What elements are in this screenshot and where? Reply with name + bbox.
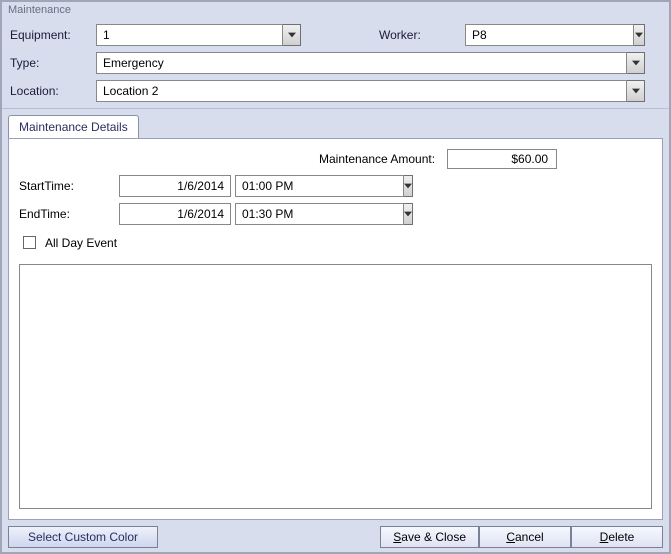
end-time-input[interactable] (235, 203, 404, 225)
chevron-down-icon (635, 32, 643, 38)
window-title: Maintenance (2, 2, 669, 20)
starttime-label: StartTime: (19, 179, 115, 193)
chevron-down-icon (632, 60, 640, 66)
type-input[interactable] (96, 52, 627, 74)
equipment-input[interactable] (96, 24, 283, 46)
start-time-select[interactable] (235, 175, 323, 197)
location-dropdown-button[interactable] (627, 80, 645, 102)
equipment-label: Equipment: (8, 28, 88, 42)
allday-checkbox[interactable] (23, 236, 36, 249)
header-fields: Equipment: Worker: Type: Location: (2, 20, 669, 108)
maintenance-window: Maintenance Equipment: Worker: Type: Loc… (0, 0, 671, 554)
allday-checkbox-wrap[interactable]: All Day Event (19, 233, 117, 252)
start-date-input[interactable] (119, 175, 231, 197)
tab-row: Maintenance Details (2, 108, 669, 138)
tab-maintenance-details[interactable]: Maintenance Details (8, 115, 139, 138)
type-label: Type: (8, 56, 88, 70)
amount-input[interactable] (447, 149, 557, 169)
worker-label: Worker: (377, 28, 457, 42)
notes-textarea[interactable] (19, 264, 652, 509)
chevron-down-icon (288, 32, 296, 38)
cancel-button[interactable]: Cancel (479, 526, 571, 548)
chevron-down-icon (404, 211, 412, 217)
endtime-label: EndTime: (19, 207, 115, 221)
footer-buttons: Select Custom Color Save & Close Cancel … (2, 526, 669, 552)
worker-input[interactable] (465, 24, 634, 46)
location-input[interactable] (96, 80, 627, 102)
end-time-select[interactable] (235, 203, 323, 225)
type-select[interactable] (96, 52, 645, 74)
worker-dropdown-button[interactable] (634, 24, 645, 46)
chevron-down-icon (632, 88, 640, 94)
equipment-select[interactable] (96, 24, 301, 46)
end-date-input[interactable] (119, 203, 231, 225)
type-dropdown-button[interactable] (627, 52, 645, 74)
select-custom-color-button[interactable]: Select Custom Color (8, 526, 158, 548)
amount-label: Maintenance Amount: (319, 152, 435, 166)
delete-button[interactable]: Delete (571, 526, 663, 548)
start-time-input[interactable] (235, 175, 404, 197)
chevron-down-icon (404, 183, 412, 189)
location-label: Location: (8, 84, 88, 98)
allday-label: All Day Event (45, 236, 117, 250)
worker-select[interactable] (465, 24, 645, 46)
equipment-dropdown-button[interactable] (283, 24, 301, 46)
location-select[interactable] (96, 80, 645, 102)
details-panel: Maintenance Amount: StartTime: Recurring… (8, 138, 663, 520)
start-time-dropdown-button[interactable] (404, 175, 413, 197)
end-time-dropdown-button[interactable] (404, 203, 413, 225)
save-close-button[interactable]: Save & Close (380, 526, 479, 548)
